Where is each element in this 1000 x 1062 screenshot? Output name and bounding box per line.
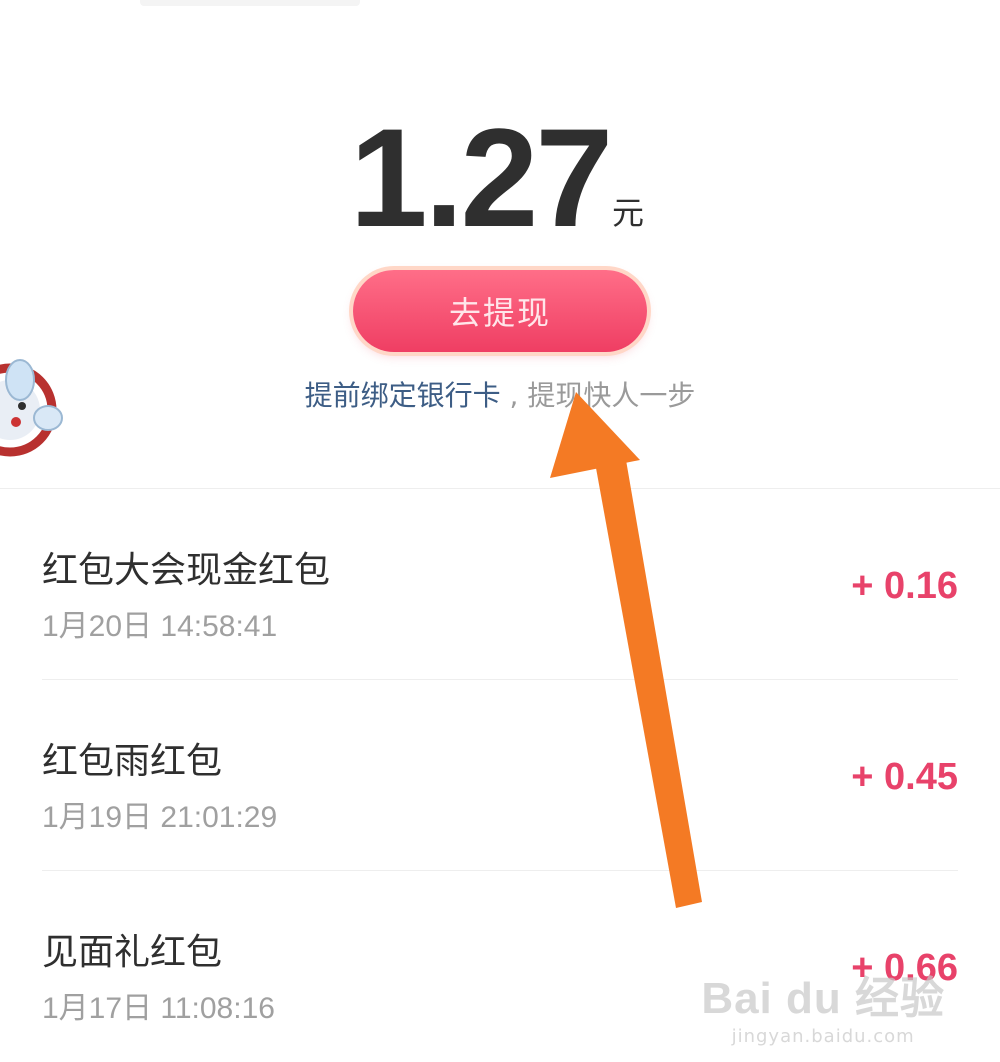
bind-bank-card-link[interactable]: 提前绑定银行卡 <box>305 379 501 412</box>
record-title: 见面礼红包 <box>42 932 223 973</box>
tip-separator: , <box>500 379 528 412</box>
watermark-logo: Bai du 经验 <box>701 974 945 1023</box>
record-time: 1月19日 21:01:29 <box>42 801 278 834</box>
watermark-url: jingyan.baidu.com <box>731 1026 915 1047</box>
balance-unit: 元 <box>612 194 645 232</box>
bind-card-tip: 提前绑定银行卡 , 提现快人一步 <box>0 374 1000 414</box>
tip-text: 提现快人一步 <box>527 379 696 412</box>
mascot-icon[interactable] <box>0 340 70 460</box>
balance-amount: 1.27 <box>349 99 613 256</box>
record-title: 红包雨红包 <box>42 741 223 782</box>
record-title: 红包大会现金红包 <box>42 550 331 591</box>
record-time: 1月17日 11:08:16 <box>42 992 275 1025</box>
record-amount: + 0.16 <box>851 565 958 607</box>
list-item[interactable]: 红包大会现金红包 1月20日 14:58:41 + 0.16 <box>42 489 958 680</box>
top-card-edge <box>140 0 360 6</box>
record-amount: + 0.45 <box>851 756 958 798</box>
record-time: 1月20日 14:58:41 <box>42 610 278 643</box>
withdraw-button[interactable]: 去提现 <box>353 270 647 352</box>
list-item[interactable]: 红包雨红包 1月19日 21:01:29 + 0.45 <box>42 680 958 871</box>
baidu-jingyan-watermark: Bai du 经验 jingyan.baidu.com <box>701 962 945 1047</box>
balance-display: 1.27 <box>0 108 1000 248</box>
